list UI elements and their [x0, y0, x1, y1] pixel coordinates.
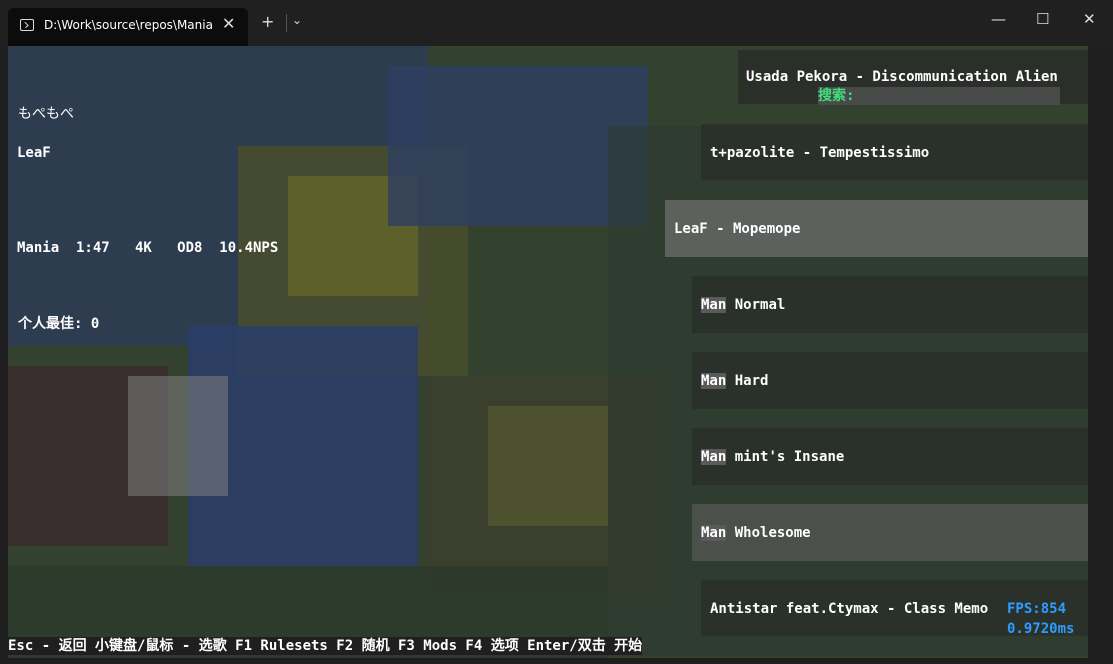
personal-best-value: 0 — [90, 316, 100, 332]
close-tab-icon[interactable]: ✕ — [222, 14, 235, 33]
maximize-button[interactable]: ☐ — [1036, 10, 1049, 28]
terminal-icon — [20, 19, 34, 31]
search-input[interactable]: 搜索: — [818, 87, 1060, 105]
personal-best: 个人最佳: 0 — [18, 315, 99, 333]
list-item-label: Antistar feat.Ctymax - Class Memo — [710, 601, 989, 617]
mode-badge: Man — [701, 297, 727, 313]
list-item-label: t+pazolite - Tempestissimo — [710, 145, 930, 161]
mode-badge: Man — [701, 525, 727, 541]
difficulty-label: Man mint's Insane — [701, 448, 844, 466]
minimize-button[interactable]: — — [991, 10, 1006, 28]
beatmap-stats: Mania 1:47 4K OD8 10.4NPS — [17, 240, 279, 256]
difficulty-label: Man Hard — [701, 372, 768, 390]
fps-counter: FPS:854 — [1007, 601, 1067, 617]
difficulty-label: Man Normal — [701, 296, 785, 314]
top-song[interactable]: Usada Pekora - Discommunication Alien — [746, 68, 1058, 86]
terminal-content: もぺもぺ LeaF Mania 1:47 4K OD8 10.4NPS 个人最佳… — [8, 46, 1088, 658]
list-item-label: LeaF - Mopemope — [674, 221, 801, 237]
difficulty-name: Hard — [734, 373, 769, 389]
mode-badge: Man — [701, 449, 727, 465]
song-title: もぺもぺ — [18, 106, 74, 122]
search-label: 搜索: — [818, 88, 855, 104]
song-artist: LeaF — [17, 145, 51, 161]
difficulty-name: Normal — [734, 297, 786, 313]
personal-best-label: 个人最佳: — [18, 316, 83, 332]
close-window-button[interactable]: ✕ — [1083, 10, 1096, 28]
key-hints: Esc - 返回 小键盘/鼠标 - 选歌 F1 Rulesets F2 随机 F… — [8, 637, 643, 655]
chevron-down-icon[interactable]: ⌄ — [292, 13, 302, 27]
frame-time: 0.9720ms — [1007, 621, 1075, 637]
tab-separator — [286, 14, 287, 32]
mode-badge: Man — [701, 373, 727, 389]
new-tab-button[interactable]: + — [261, 12, 274, 31]
difficulty-name: mint's Insane — [734, 449, 845, 465]
difficulty-label: Man Wholesome — [701, 524, 811, 542]
tab-title: D:\Work\source\repos\Mania — [44, 18, 213, 32]
terminal-tab[interactable]: D:\Work\source\repos\Mania ✕ — [8, 8, 248, 46]
title-bar: D:\Work\source\repos\Mania ✕ + ⌄ — ☐ ✕ — [0, 0, 1113, 46]
difficulty-name: Wholesome — [734, 525, 811, 541]
